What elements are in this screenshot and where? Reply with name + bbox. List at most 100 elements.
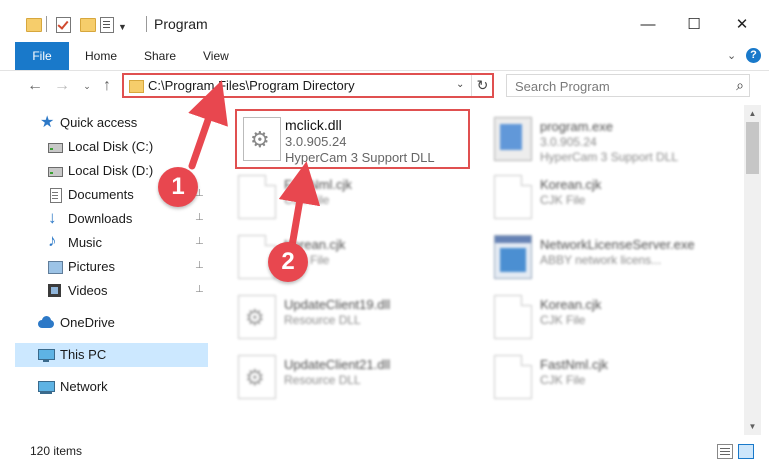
exe-icon	[494, 117, 532, 161]
file-type: CJK File	[540, 193, 586, 207]
back-button[interactable]: ←	[24, 74, 46, 98]
nav-item-videos[interactable]: Videos ⊥	[15, 279, 208, 303]
file-name: FastNml.cjk	[540, 357, 608, 372]
recent-locations-icon[interactable]: ⌄	[76, 74, 98, 98]
large-icons-view-icon[interactable]	[738, 444, 754, 459]
title-bar: ▼ Program — ☐ ✕	[0, 0, 769, 42]
disk-icon	[47, 163, 63, 179]
document-icon	[494, 355, 532, 399]
nav-item-label: Local Disk (C:)	[68, 139, 154, 154]
document-icon	[238, 175, 276, 219]
file-item[interactable]: Korean.cjk CJK File	[490, 289, 730, 343]
file-name: mclick.dll	[285, 117, 342, 133]
scroll-up-icon[interactable]: ▲	[744, 105, 761, 122]
nav-item-label: Videos	[68, 283, 108, 298]
status-bar: 120 items	[0, 436, 769, 472]
file-item[interactable]: UpdateClient19.dll Resource DLL	[234, 289, 474, 343]
pin-icon[interactable]: ⊥	[195, 236, 204, 247]
address-path[interactable]: C:\Program Files\Program Directory	[148, 78, 355, 93]
minimize-button[interactable]: —	[625, 11, 671, 39]
step-badge-1: 1	[158, 167, 198, 207]
videos-icon	[47, 283, 63, 299]
tab-home[interactable]: Home	[85, 42, 117, 70]
search-box[interactable]: ⌕	[506, 74, 750, 97]
maximize-button[interactable]: ☐	[671, 11, 717, 39]
file-type: Resource DLL	[284, 373, 361, 387]
documents-icon	[47, 187, 63, 203]
nav-item-label: Pictures	[68, 259, 115, 274]
refresh-icon[interactable]: ↻	[471, 75, 493, 96]
tab-view[interactable]: View	[203, 42, 229, 70]
nav-item-network[interactable]: Network	[15, 375, 208, 399]
item-count: 120 items	[30, 444, 83, 458]
tab-share[interactable]: Share	[144, 42, 176, 70]
pc-icon	[38, 347, 55, 363]
nav-item-music[interactable]: Music ⊥	[15, 231, 208, 255]
nav-item-label: Downloads	[68, 211, 133, 226]
address-bar[interactable]: C:\Program Files\Program Directory ⌄ ↻	[122, 73, 494, 98]
dll-icon	[238, 355, 276, 399]
search-input[interactable]	[513, 77, 727, 96]
file-type: CJK File	[540, 313, 586, 327]
search-icon[interactable]: ⌕	[736, 77, 744, 94]
nav-item-quick-access[interactable]: Quick access	[15, 111, 208, 135]
nav-item-label: OneDrive	[60, 315, 115, 330]
address-dropdown-icon[interactable]: ⌄	[456, 79, 464, 90]
ribbon: File Home Share View ⌄ ?	[0, 42, 769, 71]
scroll-thumb[interactable]	[746, 122, 759, 174]
nav-item-label: Documents	[68, 187, 134, 202]
pin-icon[interactable]: ⊥	[195, 284, 204, 295]
nav-item-pictures[interactable]: Pictures ⊥	[15, 255, 208, 279]
highlighted-file-mclick-dll[interactable]: mclick.dll 3.0.905.24 HyperCam 3 Support…	[235, 109, 470, 169]
nav-item-downloads[interactable]: Downloads ⊥	[15, 207, 208, 231]
tab-file[interactable]: File	[15, 42, 69, 70]
folder-icon[interactable]	[26, 18, 42, 32]
pin-icon[interactable]: ⊥	[195, 260, 204, 271]
nav-item-label: Network	[60, 379, 108, 394]
up-button[interactable]: ↑	[96, 74, 118, 98]
navigation-pane: Quick access Local Disk (C:) Local Disk …	[0, 105, 212, 435]
file-name: program.exe	[540, 119, 613, 134]
nav-item-local-disk-c[interactable]: Local Disk (C:)	[15, 135, 208, 159]
toolbar-divider	[46, 16, 47, 32]
music-icon	[47, 231, 63, 251]
file-item[interactable]: Korean.cjk CJK File	[490, 169, 730, 223]
properties-check-icon[interactable]	[56, 17, 71, 33]
file-name: Korean.cjk	[540, 177, 602, 192]
nav-item-label: Quick access	[60, 115, 138, 130]
file-type: CJK File	[284, 193, 330, 207]
nav-item-label: This PC	[60, 347, 107, 362]
document-icon	[494, 295, 532, 339]
file-name: FastNml.cjk	[284, 177, 352, 192]
network-icon	[38, 379, 55, 395]
vertical-scrollbar[interactable]: ▲ ▼	[744, 105, 761, 435]
details-view-icon[interactable]	[717, 444, 733, 459]
file-item[interactable]: UpdateClient21.dll Resource DLL	[234, 349, 474, 403]
nav-item-onedrive[interactable]: OneDrive	[15, 311, 208, 335]
scroll-down-icon[interactable]: ▼	[744, 418, 761, 435]
file-version: 3.0.905.24	[540, 135, 597, 149]
pin-icon[interactable]: ⊥	[195, 212, 204, 223]
forward-button[interactable]: →	[51, 74, 73, 98]
file-type: Resource DLL	[284, 313, 361, 327]
downloads-icon	[47, 208, 63, 228]
window-title: Program	[154, 16, 208, 32]
file-item[interactable]: FastNml.cjk CJK File	[490, 349, 730, 403]
quick-access-dropdown-icon[interactable]: ▼	[118, 22, 127, 32]
step-badge-2: 2	[268, 242, 308, 282]
onedrive-icon	[38, 315, 54, 331]
file-description: HyperCam 3 Support DLL	[285, 150, 435, 165]
nav-item-this-pc[interactable]: This PC	[15, 343, 208, 367]
star-icon	[40, 112, 56, 132]
file-item[interactable]: FastNml.cjk CJK File	[234, 169, 474, 223]
file-description: HyperCam 3 Support DLL	[540, 150, 679, 164]
window-icon	[494, 235, 532, 279]
file-name: UpdateClient19.dll	[284, 297, 391, 312]
ribbon-expand-icon[interactable]: ⌄	[727, 49, 736, 62]
close-button[interactable]: ✕	[719, 11, 765, 39]
new-folder-icon[interactable]	[80, 18, 96, 32]
customize-icon[interactable]	[100, 17, 114, 33]
file-item[interactable]: program.exe 3.0.905.24 HyperCam 3 Suppor…	[490, 111, 730, 165]
file-item[interactable]: NetworkLicenseServer.exe ABBY network li…	[490, 229, 730, 283]
help-icon[interactable]: ?	[746, 48, 761, 63]
